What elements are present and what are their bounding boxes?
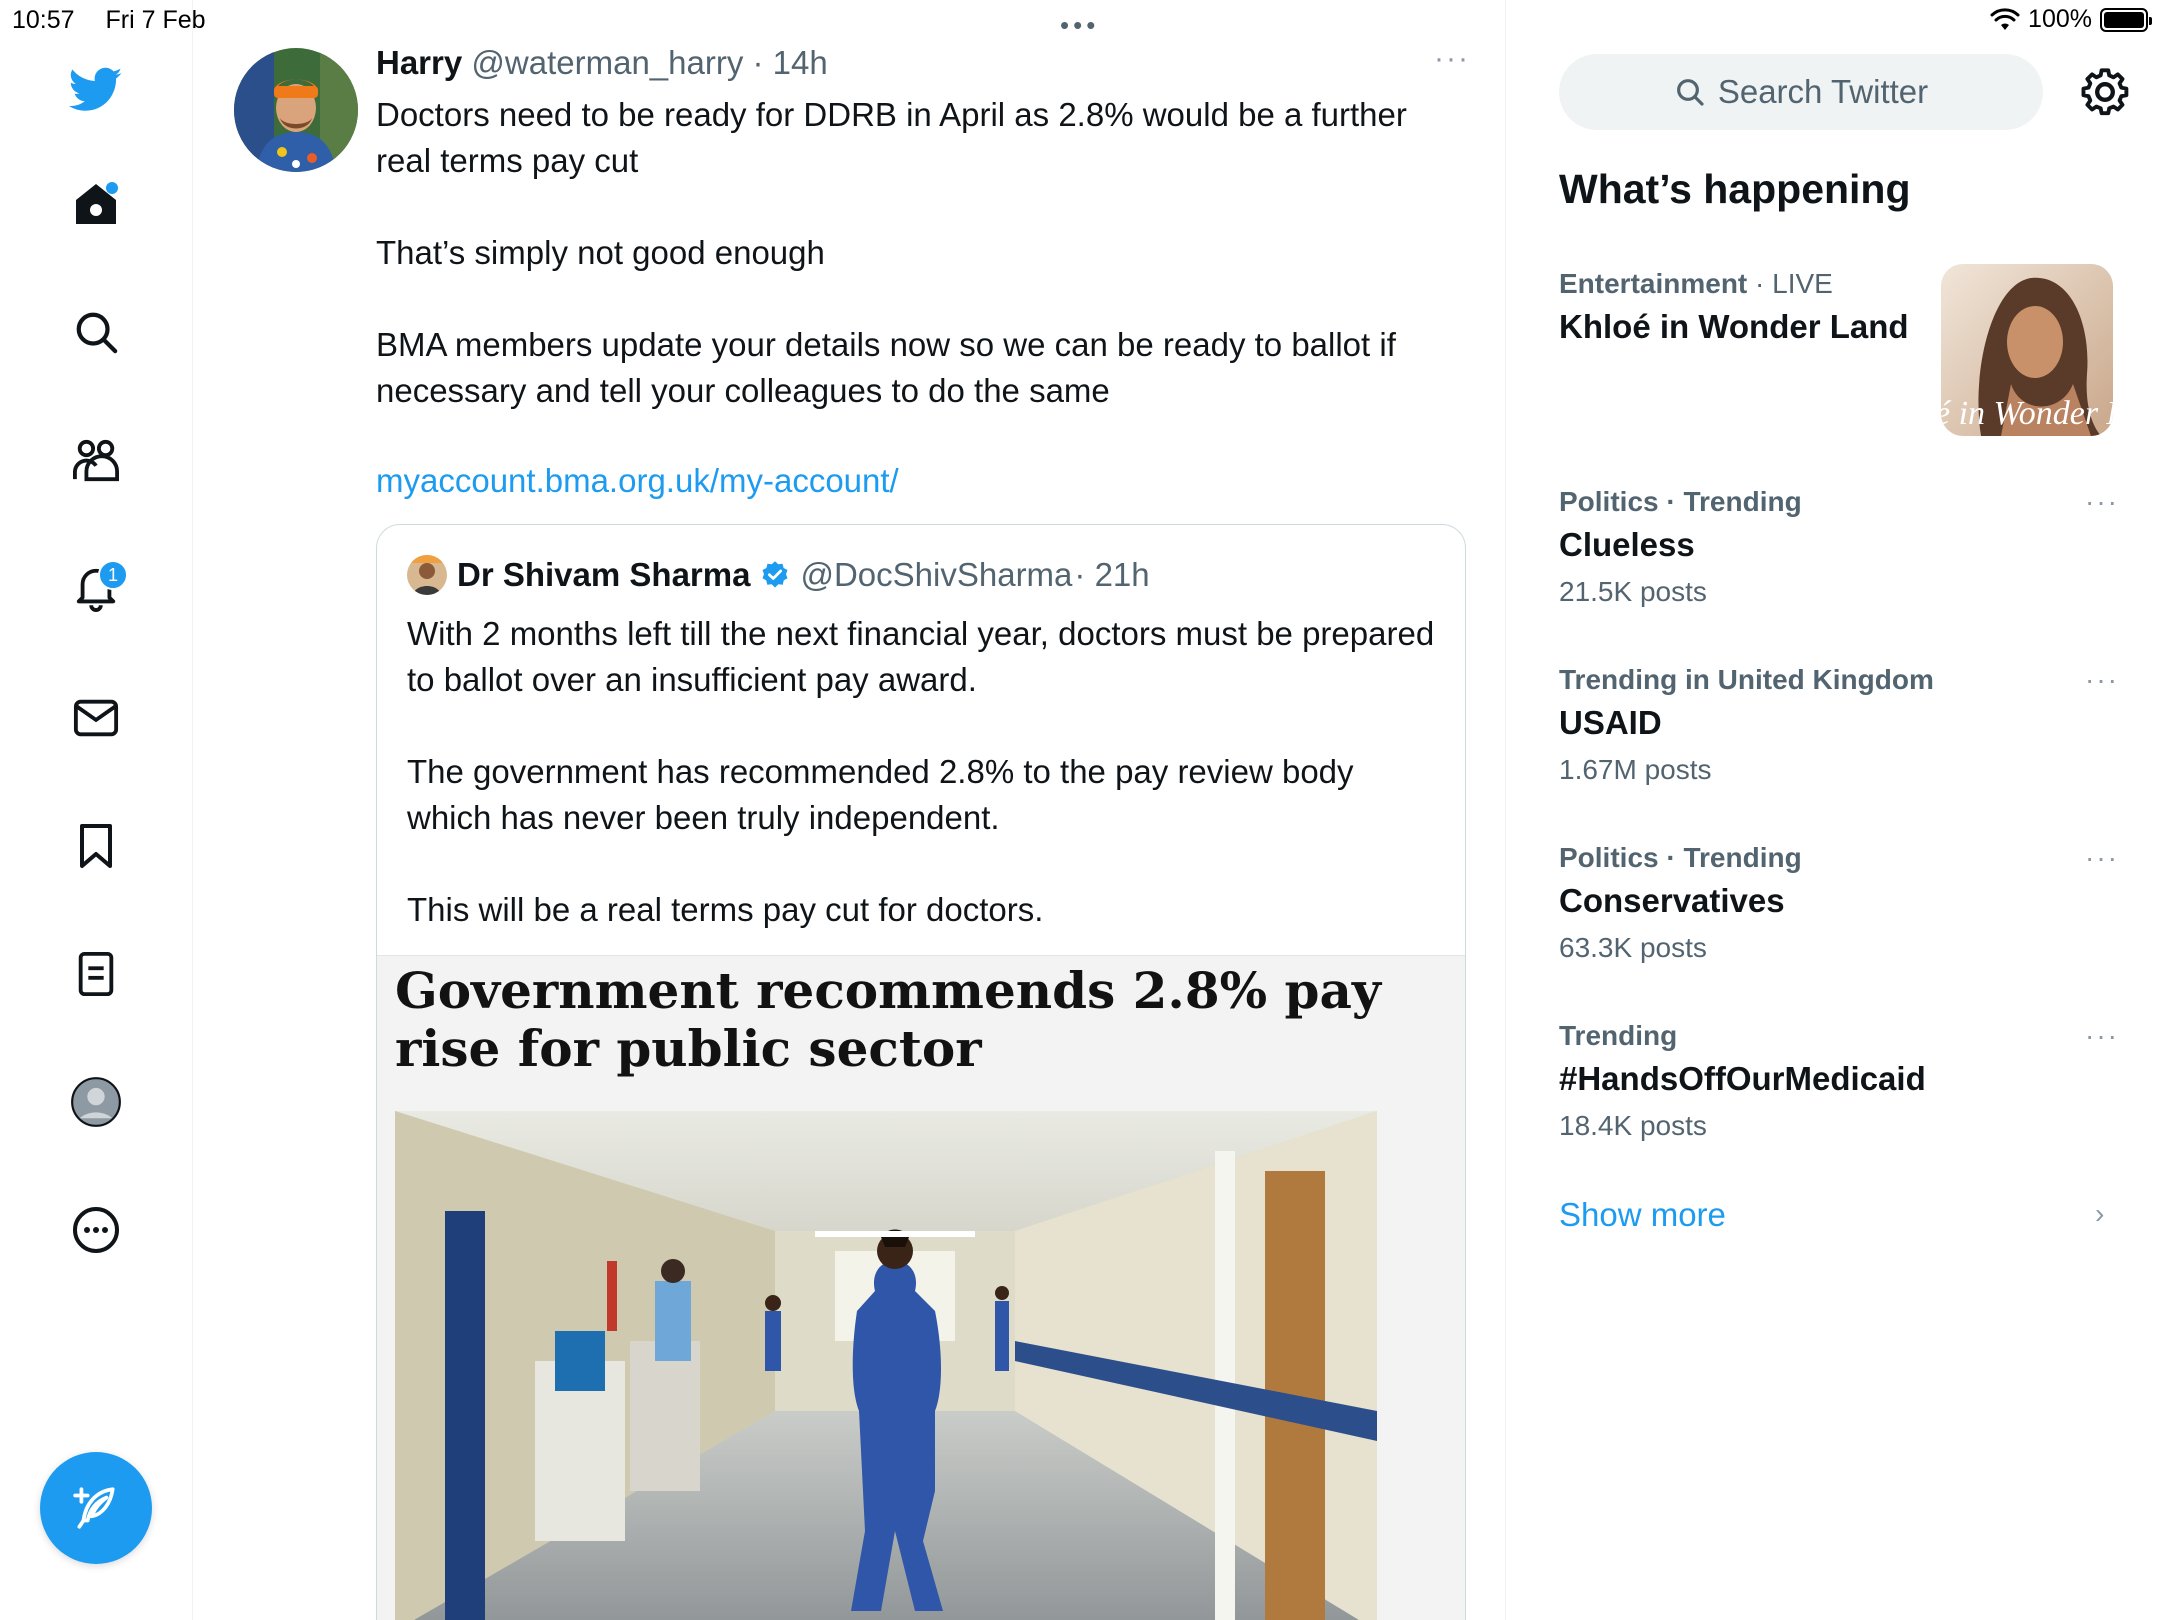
trend-item[interactable]: Trending #HandsOffOurMedicaid 18.4K post… xyxy=(1559,1020,2119,1142)
trend-item[interactable]: Trending in United Kingdom USAID 1.67M p… xyxy=(1559,664,2119,786)
bookmarks-icon[interactable] xyxy=(60,810,132,882)
quoted-author-name: Dr Shivam Sharma xyxy=(457,556,751,593)
quoted-tweet-media[interactable]: Government recommends 2.8% pay rise for … xyxy=(377,955,1465,1620)
twitter-logo-icon[interactable] xyxy=(60,54,132,126)
trend-more-button[interactable]: ··· xyxy=(2085,664,2119,696)
trend-category: Politics · Trending xyxy=(1559,842,1802,873)
trend-category: Politics · Trending xyxy=(1559,486,1802,517)
compose-tweet-button[interactable] xyxy=(40,1452,152,1564)
quoted-author-handle: @DocShivSharma xyxy=(800,556,1073,593)
home-icon[interactable] xyxy=(60,168,132,240)
quoted-tweet-header: Dr Shivam Sharma @DocShivSharma · 21h xyxy=(407,555,1150,595)
whats-happening-title: What’s happening xyxy=(1559,166,1911,212)
profile-avatar-icon[interactable] xyxy=(60,1066,132,1138)
trend-thumb-text: é in Wonder L xyxy=(1941,395,2113,432)
trend-post-count: 63.3K posts xyxy=(1559,932,1707,963)
trend-more-button[interactable]: ··· xyxy=(2085,842,2119,874)
home-new-dot xyxy=(106,182,118,194)
trend-live-label: · LIVE xyxy=(1747,268,1833,299)
quoted-author-avatar xyxy=(407,555,447,595)
lists-icon[interactable] xyxy=(60,938,132,1010)
search-placeholder: Search Twitter xyxy=(1717,73,1929,110)
tweet-header: Harry @waterman_harry · 14h xyxy=(376,44,828,82)
settings-gear-icon[interactable] xyxy=(2079,66,2131,118)
more-options-icon[interactable] xyxy=(60,1194,132,1266)
trend-more-button[interactable]: ··· xyxy=(2085,1020,2119,1052)
tweet-text: Doctors need to be ready for DDRB in Apr… xyxy=(376,96,1407,409)
trend-category: Trending in United Kingdom xyxy=(1559,664,1934,695)
trend-title: #HandsOffOurMedicaid xyxy=(1559,1060,1926,1097)
communities-icon[interactable] xyxy=(60,424,132,496)
trend-title: Clueless xyxy=(1559,526,1695,563)
trend-title: USAID xyxy=(1559,704,1662,741)
tweet-author-avatar[interactable] xyxy=(234,48,358,172)
quoted-tweet-card[interactable]: Dr Shivam Sharma @DocShivSharma · 21h Wi… xyxy=(376,524,1466,1620)
messages-envelope-icon[interactable] xyxy=(60,682,132,754)
trend-post-count: 18.4K posts xyxy=(1559,1110,1707,1141)
compose-feather-icon xyxy=(73,1487,115,1529)
quoted-tweet-text: With 2 months left till the next financi… xyxy=(407,615,1435,928)
show-more-link[interactable]: Show more xyxy=(1559,1196,1726,1234)
left-navigation: 1 xyxy=(0,0,193,1620)
trend-category: Trending xyxy=(1559,1020,1678,1051)
tweet-author-name[interactable]: Harry xyxy=(376,44,462,81)
explore-search-icon[interactable] xyxy=(60,296,132,368)
trend-title: Conservatives xyxy=(1559,882,1785,919)
search-input[interactable]: Search Twitter xyxy=(1559,54,2043,130)
chevron-right-icon[interactable]: › xyxy=(2095,1198,2104,1230)
trend-post-count: 21.5K posts xyxy=(1559,576,1707,607)
tweet-timestamp[interactable]: · 14h xyxy=(753,44,828,81)
trend-more-button[interactable]: ··· xyxy=(2085,486,2119,518)
article-headline: Government recommends 2.8% pay rise for … xyxy=(395,961,1381,1078)
trend-thumbnail[interactable]: é in Wonder L xyxy=(1941,264,2113,436)
hospital-corridor-photo xyxy=(395,1111,1377,1620)
notifications-bell-icon[interactable]: 1 xyxy=(60,552,132,624)
trend-item[interactable]: Politics · Trending Conservatives 63.3K … xyxy=(1559,842,2119,964)
main-timeline: Harry @waterman_harry · 14h ··· Doctors … xyxy=(194,0,1506,1620)
verified-badge-icon xyxy=(762,561,788,588)
trend-item[interactable]: Politics · Trending Clueless 21.5K posts… xyxy=(1559,486,2119,608)
tweet-author-handle[interactable]: @waterman_harry xyxy=(471,44,743,81)
trend-post-count: 1.67M posts xyxy=(1559,754,1712,785)
tweet-link[interactable]: myaccount.bma.org.uk/my-account/ xyxy=(376,462,899,500)
notification-count-badge: 1 xyxy=(98,560,128,590)
quoted-tweet-timestamp: · 21h xyxy=(1074,556,1150,593)
search-icon xyxy=(1676,79,1704,106)
right-sidebar: Search Twitter What’s happening Entertai… xyxy=(1507,0,2160,1620)
trend-category-label: Entertainment xyxy=(1559,268,1748,299)
tweet-more-options-button[interactable]: ··· xyxy=(1434,42,1470,76)
